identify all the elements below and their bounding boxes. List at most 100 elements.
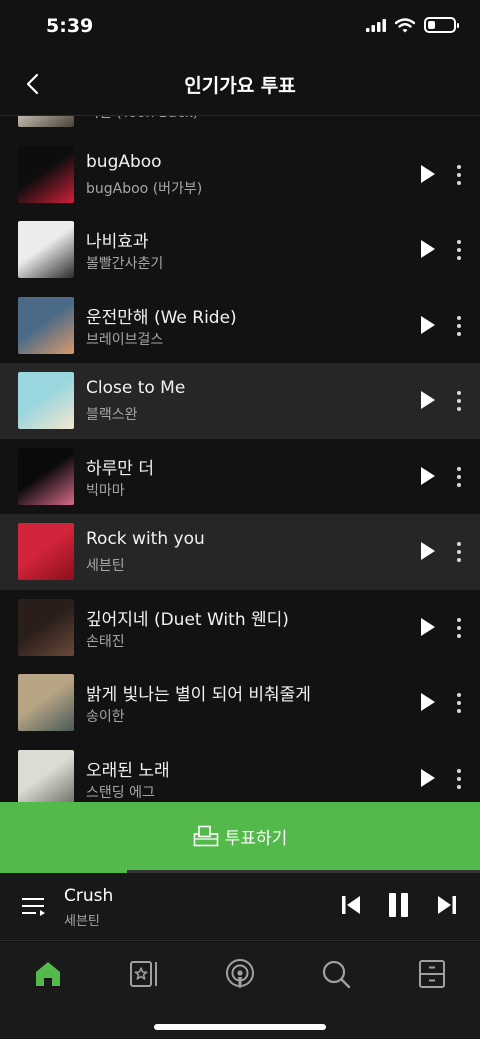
play-button[interactable]: [420, 164, 440, 186]
more-options-button[interactable]: [450, 690, 468, 716]
album-art: [18, 523, 74, 580]
more-options-button[interactable]: [450, 615, 468, 641]
playlist-icon: [22, 898, 45, 916]
play-button[interactable]: [420, 239, 440, 261]
album-art: [18, 674, 74, 731]
play-icon: [421, 768, 435, 787]
cellular-signal-icon: [366, 18, 386, 32]
play-button[interactable]: [420, 768, 440, 790]
search-icon: [322, 960, 351, 989]
song-row[interactable]: 밝게 빛나는 별이 되어 비춰줄게 송이한: [0, 665, 480, 741]
tab-storage[interactable]: [412, 954, 452, 994]
dot: [457, 550, 461, 554]
song-row[interactable]: 깊어지네 (Duet With 웬디) 손태진: [0, 590, 480, 666]
status-icons: [366, 17, 459, 33]
album-art: [18, 372, 74, 429]
mini-player[interactable]: Crush 세븐틴: [0, 873, 480, 941]
song-title: Close to Me: [86, 378, 186, 398]
play-button[interactable]: [420, 390, 440, 412]
play-button[interactable]: [420, 692, 440, 714]
play-button[interactable]: [420, 315, 440, 337]
dot: [457, 240, 461, 244]
more-options-button[interactable]: [450, 539, 468, 565]
play-icon: [421, 240, 435, 258]
song-row[interactable]: bugAboo bugAboo (버가부): [0, 137, 480, 213]
song-title: 하루만 더: [86, 458, 154, 479]
song-title: 밝게 빛나는 별이 되어 비춰줄게: [86, 685, 311, 705]
dot: [457, 331, 461, 336]
dot: [457, 709, 461, 713]
vote-button[interactable]: 투표하기: [0, 802, 480, 870]
play-button[interactable]: [420, 466, 440, 488]
more-options-button[interactable]: [450, 464, 468, 490]
dot: [457, 180, 461, 185]
song-artist: 브레이브걸스: [86, 331, 164, 348]
song-artist: 스탠딩 에그: [86, 784, 155, 801]
dot: [457, 482, 461, 487]
dot: [457, 323, 461, 328]
play-icon: [421, 693, 435, 711]
song-list[interactable]: 백현 (Yoon Back) bugAboo bugAboo (버가부) 나비효과볼빨…: [0, 116, 480, 802]
play-icon: [421, 164, 435, 183]
song-title: 운전만해 (We Ride): [86, 307, 237, 328]
song-row[interactable]: 하루만 더빅마마: [0, 439, 480, 515]
song-row[interactable]: 오래된 노래 스탠딩 에그: [0, 741, 480, 802]
album-art: [18, 598, 74, 656]
header: 인기가요 투표: [0, 52, 480, 116]
song-row[interactable]: Close to Me 블랙스완: [0, 363, 480, 439]
battery-icon: [424, 17, 459, 33]
play-button[interactable]: [420, 617, 440, 639]
dot: [457, 784, 461, 789]
dot: [457, 558, 461, 562]
song-artist: 볼빨간사춘기: [86, 256, 164, 272]
song-artist: 백현 (Yoon Back): [86, 116, 198, 122]
queue-button[interactable]: [20, 893, 48, 921]
tab-podcast[interactable]: [220, 954, 260, 994]
more-options-button[interactable]: [450, 766, 468, 792]
status-bar: 5:39: [0, 0, 480, 52]
album-art: [18, 145, 74, 203]
pause-button[interactable]: [386, 891, 412, 923]
dot: [457, 474, 461, 479]
song-row[interactable]: 백현 (Yoon Back): [0, 116, 480, 137]
song-artist: 손태진: [86, 633, 125, 650]
song-row[interactable]: 나비효과볼빨간사춘기: [0, 212, 480, 288]
dot: [457, 466, 461, 471]
play-icon: [421, 391, 435, 409]
skip-next-icon: [438, 896, 456, 914]
song-title: Rock with you: [86, 529, 205, 549]
song-row[interactable]: Rock with you 세븐틴: [0, 514, 480, 590]
home-indicator: [154, 1024, 326, 1030]
play-icon: [421, 617, 435, 636]
dot: [457, 407, 461, 411]
pause-icon: [389, 893, 408, 917]
album-art: [18, 447, 74, 505]
next-button[interactable]: [436, 891, 458, 923]
tab-search[interactable]: [316, 954, 356, 994]
tab-home[interactable]: [28, 954, 68, 994]
more-options-button[interactable]: [450, 237, 468, 263]
more-options-button[interactable]: [450, 162, 468, 188]
song-title: 나비효과: [86, 232, 149, 252]
previous-button[interactable]: [340, 891, 362, 923]
more-options-button[interactable]: [450, 388, 468, 414]
dot: [457, 315, 461, 320]
tab-library[interactable]: [124, 954, 164, 994]
album-art: [18, 296, 74, 354]
dot: [457, 701, 461, 705]
dot: [457, 633, 461, 638]
song-row[interactable]: 운전만해 (We Ride) 브레이브걸스: [0, 288, 480, 364]
play-button[interactable]: [420, 541, 440, 563]
home-icon: [36, 962, 60, 986]
dot: [457, 399, 461, 403]
dot: [457, 693, 461, 697]
dot: [457, 172, 461, 177]
dot: [457, 164, 461, 169]
dot: [457, 391, 461, 395]
song-artist: 세븐틴: [86, 558, 125, 574]
more-options-button[interactable]: [450, 313, 468, 339]
skip-previous-icon: [342, 896, 360, 914]
album-art: [18, 116, 74, 127]
song-artist: 블랙스완: [86, 407, 138, 423]
song-artist: 빅마마: [86, 482, 125, 499]
